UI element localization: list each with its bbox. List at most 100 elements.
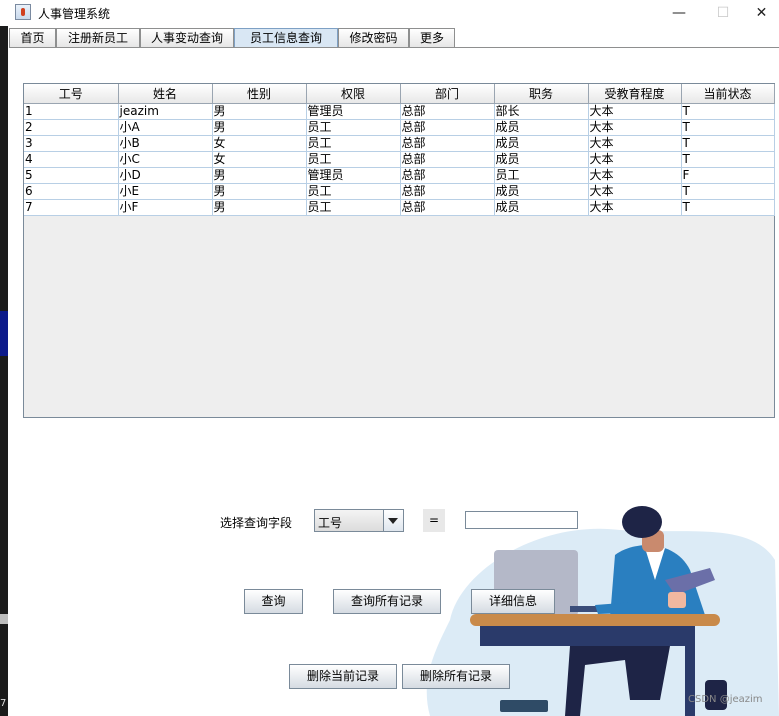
- cell[interactable]: jeazim: [118, 103, 213, 120]
- desktop-edge-blue: [0, 311, 8, 356]
- cell[interactable]: T: [681, 103, 775, 120]
- cell[interactable]: 小B: [118, 135, 213, 152]
- delete-current-button[interactable]: 删除当前记录: [289, 664, 397, 689]
- column-header-position[interactable]: 职务: [494, 84, 589, 104]
- column-header-role[interactable]: 权限: [306, 84, 401, 104]
- cell[interactable]: 小C: [118, 151, 213, 168]
- tab-more[interactable]: 更多: [409, 28, 455, 47]
- title-bar: 人事管理系统 — ☐ ✕: [0, 0, 779, 26]
- column-header-status[interactable]: 当前状态: [681, 84, 775, 104]
- cell[interactable]: T: [681, 119, 775, 136]
- tab-home[interactable]: 首页: [9, 28, 56, 47]
- cell[interactable]: 7: [24, 199, 119, 216]
- cell[interactable]: 大本: [588, 167, 682, 184]
- desktop-edge: 7: [0, 26, 8, 716]
- cell[interactable]: T: [681, 183, 775, 200]
- details-button[interactable]: 详细信息: [471, 589, 555, 614]
- cell[interactable]: 总部: [400, 199, 495, 216]
- desktop-edge-number: 7: [0, 698, 7, 709]
- table-row[interactable]: 3 小B 女员工 总部 成员 大本 T: [24, 135, 775, 152]
- cell[interactable]: 大本: [588, 199, 682, 216]
- cell[interactable]: 1: [24, 103, 119, 120]
- window-title: 人事管理系统: [38, 7, 111, 21]
- cell[interactable]: 员工: [306, 199, 401, 216]
- delete-all-button[interactable]: 删除所有记录: [402, 664, 510, 689]
- cell[interactable]: 小E: [118, 183, 213, 200]
- cell[interactable]: 大本: [588, 103, 682, 120]
- query-all-button[interactable]: 查询所有记录: [333, 589, 441, 614]
- cell[interactable]: 总部: [400, 183, 495, 200]
- cell[interactable]: 大本: [588, 135, 682, 152]
- employee-table[interactable]: 工号 姓名 性别 权限 部门 职务 受教育程度 当前状态 1 jeazim 男管理员…: [24, 84, 775, 216]
- cell[interactable]: 总部: [400, 103, 495, 120]
- cell[interactable]: 6: [24, 183, 119, 200]
- cell[interactable]: 男: [212, 167, 307, 184]
- table-row[interactable]: 6 小E 男员工 总部 成员 大本 T: [24, 183, 775, 200]
- query-button[interactable]: 查询: [244, 589, 303, 614]
- cell[interactable]: 3: [24, 135, 119, 152]
- cell[interactable]: 成员: [494, 135, 589, 152]
- cell[interactable]: 男: [212, 199, 307, 216]
- cell[interactable]: 员工: [494, 167, 589, 184]
- query-field-select[interactable]: 工号: [314, 509, 404, 532]
- cell[interactable]: 员工: [306, 119, 401, 136]
- employee-table-panel[interactable]: 工号 姓名 性别 权限 部门 职务 受教育程度 当前状态 1 jeazim 男管理员…: [23, 83, 775, 418]
- cell[interactable]: 总部: [400, 167, 495, 184]
- column-header-id[interactable]: 工号: [24, 84, 119, 104]
- cell[interactable]: T: [681, 135, 775, 152]
- cell[interactable]: 成员: [494, 183, 589, 200]
- dropdown-arrow-icon[interactable]: [383, 510, 403, 531]
- cell[interactable]: 员工: [306, 135, 401, 152]
- table-row[interactable]: 5 小D 男管理员 总部 员工 大本 F: [24, 167, 775, 184]
- table-row[interactable]: 4 小C 女员工 总部 成员 大本 T: [24, 151, 775, 168]
- cell[interactable]: 2: [24, 119, 119, 136]
- cell[interactable]: 总部: [400, 135, 495, 152]
- cell[interactable]: 大本: [588, 183, 682, 200]
- cell[interactable]: 小D: [118, 167, 213, 184]
- cell[interactable]: 5: [24, 167, 119, 184]
- cell[interactable]: 男: [212, 103, 307, 120]
- cell[interactable]: 女: [212, 151, 307, 168]
- cell[interactable]: 男: [212, 183, 307, 200]
- table-row[interactable]: 7 小F 男员工 总部 成员 大本 T: [24, 199, 775, 216]
- cell[interactable]: 成员: [494, 199, 589, 216]
- desktop-edge-gray: [0, 614, 8, 624]
- cell[interactable]: 成员: [494, 151, 589, 168]
- cell[interactable]: 成员: [494, 119, 589, 136]
- cell[interactable]: 小F: [118, 199, 213, 216]
- cell[interactable]: T: [681, 151, 775, 168]
- tab-change-password[interactable]: 修改密码: [338, 28, 409, 47]
- minimize-button[interactable]: —: [656, 0, 702, 26]
- tab-personnel-change-query[interactable]: 人事变动查询: [140, 28, 234, 47]
- cell[interactable]: 大本: [588, 151, 682, 168]
- column-header-education[interactable]: 受教育程度: [588, 84, 682, 104]
- table-row[interactable]: 2 小A 男员工 总部 成员 大本 T: [24, 119, 775, 136]
- cell[interactable]: 女: [212, 135, 307, 152]
- close-button[interactable]: ✕: [744, 0, 779, 26]
- column-header-name[interactable]: 姓名: [118, 84, 213, 104]
- cell[interactable]: T: [681, 199, 775, 216]
- query-value-input[interactable]: [465, 511, 578, 529]
- cell[interactable]: 部长: [494, 103, 589, 120]
- watermark: CSDN @jeazim: [688, 694, 763, 705]
- tab-employee-info-query[interactable]: 员工信息查询: [234, 28, 338, 47]
- java-app-icon: [15, 4, 31, 20]
- cell[interactable]: 总部: [400, 151, 495, 168]
- equals-label: =: [423, 509, 445, 532]
- tab-register-employee[interactable]: 注册新员工: [56, 28, 140, 47]
- cell[interactable]: 4: [24, 151, 119, 168]
- cell[interactable]: 管理员: [306, 167, 401, 184]
- column-header-department[interactable]: 部门: [400, 84, 495, 104]
- maximize-button[interactable]: ☐: [700, 0, 746, 26]
- cell[interactable]: 员工: [306, 183, 401, 200]
- table-row[interactable]: 1 jeazim 男管理员 总部 部长 大本 T: [24, 103, 775, 120]
- cell[interactable]: 小A: [118, 119, 213, 136]
- cell[interactable]: 员工: [306, 151, 401, 168]
- cell[interactable]: 大本: [588, 119, 682, 136]
- column-header-gender[interactable]: 性别: [212, 84, 307, 104]
- query-field-label: 选择查询字段: [220, 516, 293, 530]
- cell[interactable]: F: [681, 167, 775, 184]
- cell[interactable]: 男: [212, 119, 307, 136]
- cell[interactable]: 管理员: [306, 103, 401, 120]
- cell[interactable]: 总部: [400, 119, 495, 136]
